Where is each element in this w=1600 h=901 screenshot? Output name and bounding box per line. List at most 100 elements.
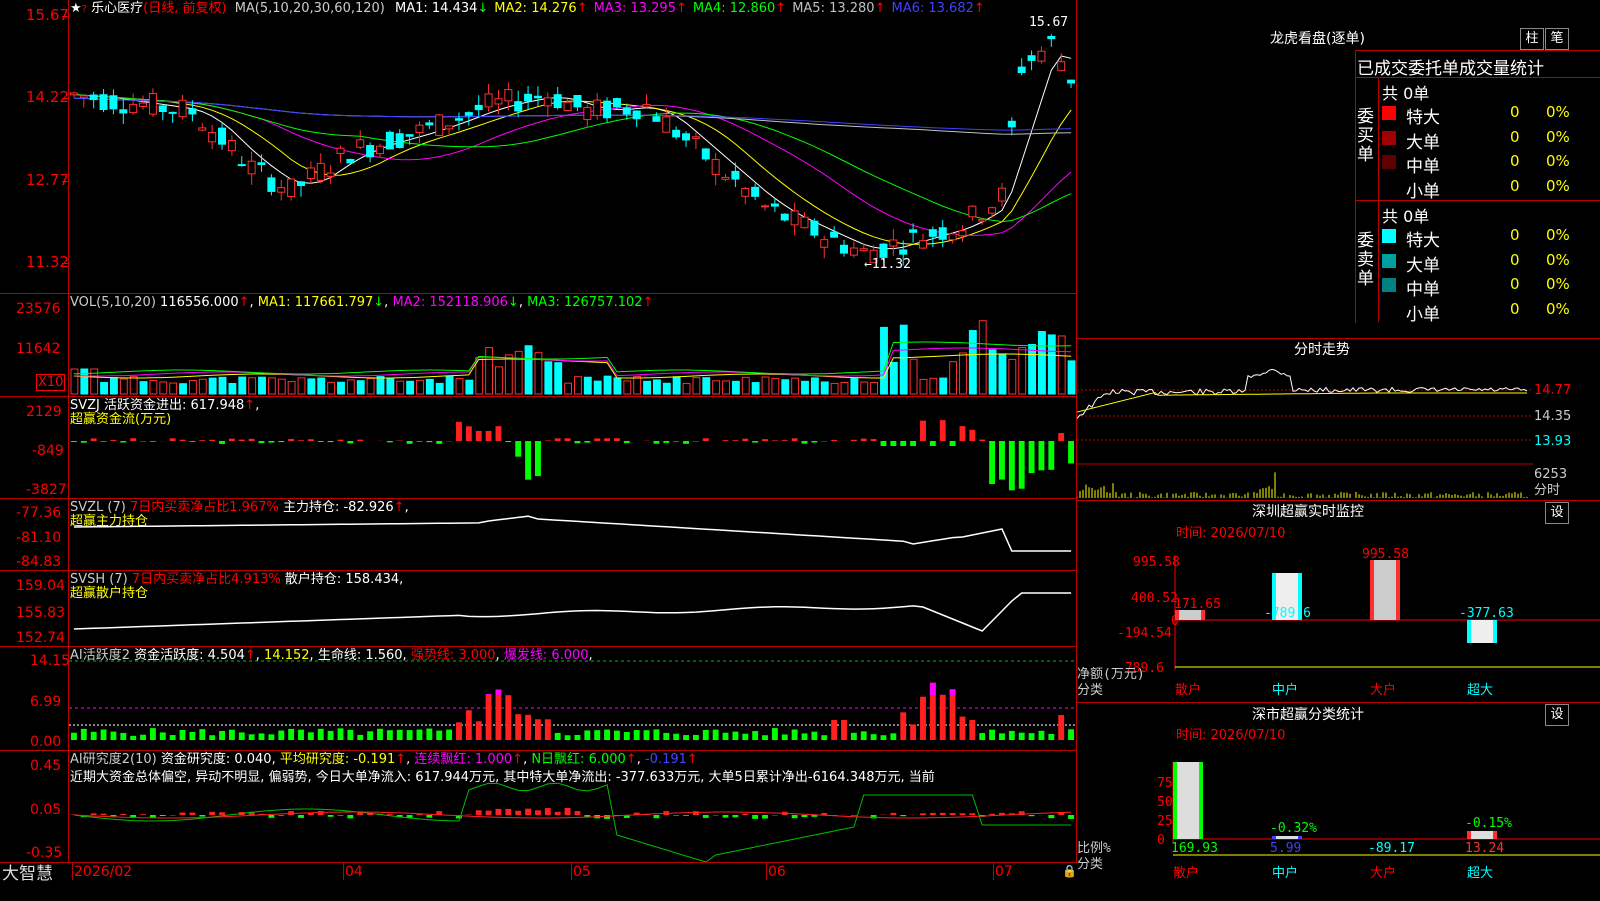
ai-research-chart[interactable]	[69, 751, 1076, 862]
activity-peak	[496, 689, 502, 695]
candle	[613, 99, 620, 107]
volume-bar	[693, 378, 700, 394]
price-chart[interactable]: 15.67←11.32	[69, 0, 1076, 293]
svzj-ytick: -3827	[26, 483, 67, 498]
sz-monitor-settings-button[interactable]: 设	[1545, 502, 1569, 524]
volume-bar	[732, 381, 739, 394]
ai-research-comment: 近期大资金总体偏空, 异动不明显, 偏弱势, 今日大单净流入: 617.944万…	[70, 770, 1075, 785]
fund-flow-bar	[288, 439, 294, 441]
svzl-line1: SVZL (7) 7日内买卖净占比1.967% 主力持仓: -82.926↑,	[70, 500, 409, 515]
candle	[544, 98, 551, 106]
star-icon[interactable]: ★	[70, 1, 82, 16]
sz-monitor-bar-value: 995.58	[1362, 547, 1409, 562]
volume-bar	[663, 383, 670, 394]
research-bar	[930, 813, 936, 815]
activity-bar	[1009, 731, 1015, 740]
fund-flow-bar	[209, 440, 215, 441]
volume-bar	[841, 382, 848, 394]
sz-class-chart[interactable]: 7550250169.93散户-0.32%5.99中户-89.17大户-0.15…	[1077, 742, 1600, 900]
activity-bar	[910, 724, 916, 740]
fund-flow-bar	[199, 440, 205, 441]
fund-flow-bar	[979, 440, 985, 441]
volume-bar	[653, 380, 660, 394]
research-bar	[723, 815, 729, 818]
fund-flow-bar	[594, 438, 600, 441]
high-price-label: 15.67	[1029, 15, 1068, 30]
ai-active-ytick: 14.15	[30, 654, 70, 669]
fund-flow-bar	[505, 441, 511, 442]
fund-flow-bar	[920, 421, 926, 441]
candle	[446, 126, 453, 129]
activity-bar	[180, 730, 186, 740]
research-bar	[653, 815, 659, 818]
research-bar	[732, 815, 738, 817]
activity-bar	[318, 729, 324, 740]
activity-bar	[209, 735, 215, 740]
volume-bar	[644, 381, 651, 394]
activity-bar	[742, 734, 748, 740]
activity-bar	[417, 730, 423, 740]
bar-mode-button[interactable]: 柱	[1520, 28, 1544, 50]
vol-ma3: MA3: 126757.102	[527, 295, 642, 310]
candle	[1018, 67, 1025, 72]
research-bar	[189, 813, 195, 815]
volume-bar	[140, 382, 147, 394]
research-bar	[338, 815, 344, 816]
fund-flow-bar	[811, 441, 817, 442]
intraday-price: 13.93	[1534, 434, 1571, 449]
activity-bar	[634, 730, 640, 740]
x-tick-mark	[993, 862, 994, 880]
activity-bar	[189, 732, 195, 740]
intraday-price: 14.35	[1534, 409, 1571, 424]
buy-row-count: 0	[1510, 128, 1520, 146]
fund-flow-bar	[890, 441, 896, 446]
candle	[228, 141, 235, 151]
fund-flow-bar	[476, 431, 482, 441]
activity-bar	[950, 689, 956, 740]
candle	[140, 103, 147, 106]
activity-peak	[930, 683, 936, 695]
volume-bar	[960, 353, 967, 394]
volume-bar	[130, 376, 137, 394]
candle	[623, 108, 630, 114]
activity-bar	[515, 714, 521, 740]
fund-flow-bar	[229, 439, 235, 441]
intraday-avg-line	[1077, 393, 1527, 413]
research-bar	[91, 813, 97, 815]
volume-bar	[792, 378, 799, 394]
sz-monitor-chart[interactable]: 995.58400.520-194.54-789.6171.65散户-789.6…	[1077, 540, 1600, 702]
activity-bar	[960, 717, 966, 740]
fund-flow-bar	[486, 431, 492, 441]
buy-row-swatch	[1382, 131, 1396, 145]
activity-bar	[525, 715, 531, 740]
volume-bar	[999, 354, 1006, 394]
pen-mode-button[interactable]: 笔	[1545, 28, 1569, 50]
research-bar	[120, 814, 126, 815]
volume-bar	[426, 379, 433, 394]
sell-orders-label: 委卖单	[1357, 232, 1375, 289]
sz-class-axis-label2: 分类	[1077, 857, 1103, 872]
volume-bar	[298, 378, 305, 394]
activity-bar	[249, 734, 255, 740]
intraday-vol-label: 分时	[1534, 483, 1560, 498]
activity-bar	[239, 732, 245, 740]
intraday-chart[interactable]	[1077, 362, 1533, 500]
x-tick-mark	[571, 862, 572, 880]
activity-bar	[792, 730, 798, 740]
research-line	[74, 783, 1071, 862]
intraday-price: 14.77	[1534, 383, 1571, 398]
activity-bar	[693, 735, 699, 740]
volume-bar	[160, 382, 167, 394]
lock-icon[interactable]: 🔒	[1062, 864, 1077, 879]
svsh-ytick: 152.74	[16, 631, 65, 646]
candle	[376, 146, 383, 153]
bar-edge	[1298, 836, 1302, 839]
fund-flow-bar	[851, 440, 857, 441]
bar-edge	[1173, 762, 1177, 839]
volume-bar	[782, 380, 789, 394]
candle	[100, 95, 107, 110]
ai-research-header: AI研究度2(10) 资金研究度: 0.040, 平均研究度: -0.191↑,…	[70, 752, 698, 767]
candle	[831, 232, 838, 237]
fund-flow-bar	[989, 441, 995, 484]
sz-class-settings-button[interactable]: 设	[1545, 704, 1569, 726]
